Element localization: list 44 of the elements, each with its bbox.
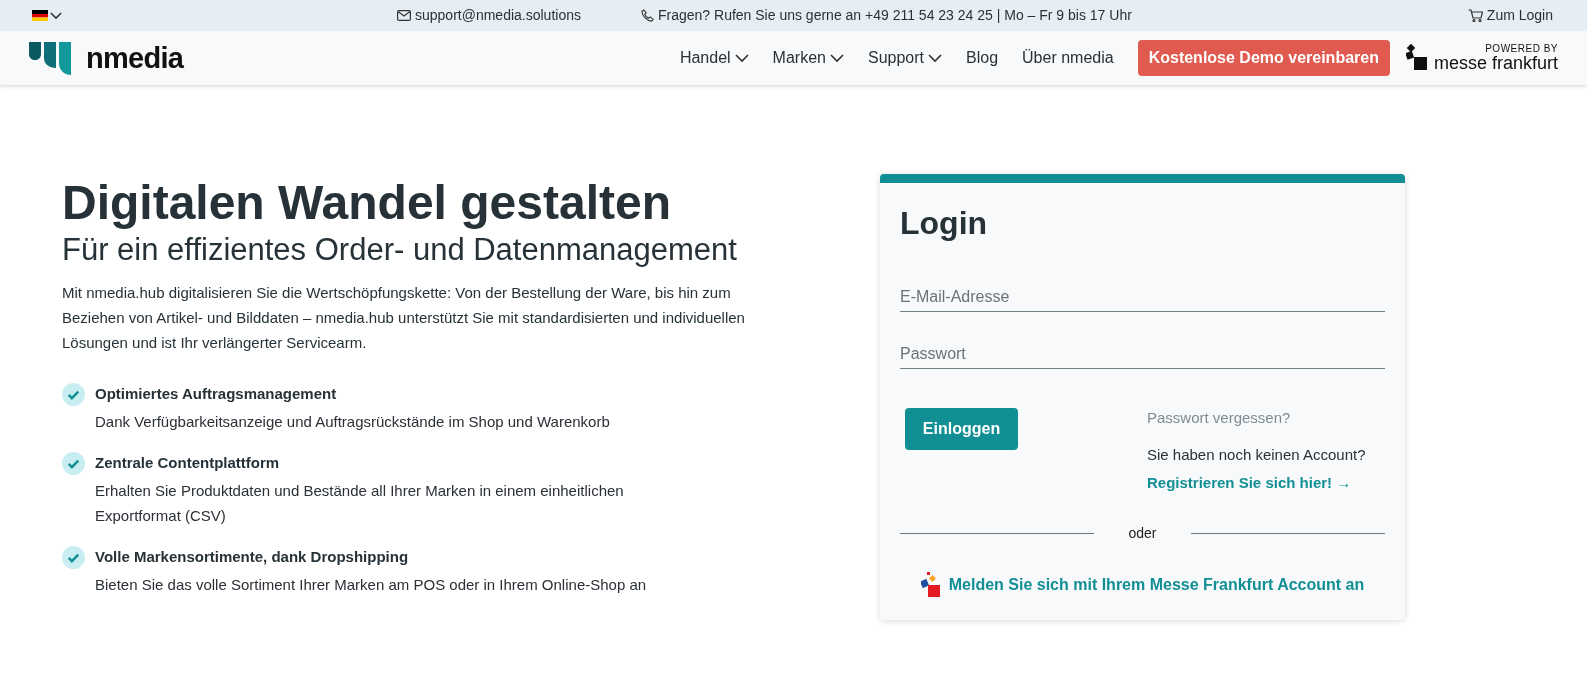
partner-logo-icon — [1405, 44, 1428, 72]
nav-link[interactable]: Handel — [679, 46, 749, 70]
check-icon — [62, 545, 85, 569]
logo-text[interactable]: nmedia — [86, 43, 184, 73]
nav-link[interactable]: Support — [867, 46, 942, 70]
contact-info: Fragen? Rufen Sie uns gerne an +49 211 54 23 24 25 | Mo – Fr 9 bis 17 Uhr — [658, 6, 1132, 25]
cart-icon — [1467, 9, 1483, 22]
nav-link[interactable]: Blog — [966, 46, 999, 70]
intro-paragraph: Mit nmedia.hub digitalisieren Sie die Wertschöpfungskette: Von der Bestellung der Ware, bis hin zum Beziehen von Artikel- und Bilddaten – nmedia.hub unterstützt Sie mit standardisierten und individuellen Lösungen und ist Ihr verlängerter Servicearm. — [62, 282, 746, 353]
nav-link[interactable]: Über nmedia — [1022, 46, 1114, 70]
demo-button[interactable]: Kostenlose Demo vereinbaren — [1137, 40, 1390, 76]
phone-icon — [641, 9, 654, 22]
register-link[interactable]: Registrieren Sie sich hier! → — [1147, 472, 1366, 495]
check-icon — [62, 451, 85, 475]
partner-logo-icon — [920, 571, 941, 598]
email-link[interactable]: support@nmedia.solutions — [415, 5, 581, 26]
feature-title: Optimiertes Auftragsmanagement — [95, 383, 338, 404]
check-icon — [62, 382, 85, 406]
powered-by-label: POWERED BY — [1485, 44, 1558, 54]
nav-link[interactable]: Marken — [772, 46, 844, 70]
chevron-down-icon — [829, 53, 844, 63]
feature-description: Bieten Sie das volle Sortiment Ihrer Marken am POS oder in Ihrem Online-Shop an — [95, 574, 648, 595]
login-title: Login — [900, 207, 989, 239]
hero-subtitle: Für ein effizientes Order- und Datenmanagement — [62, 231, 738, 269]
feature-title: Zentrale Contentplattform — [95, 452, 281, 473]
feature-description: Dank Verfügbarkeitsanzeige und Auftragsrückstände im Shop und Warenkorb — [95, 411, 611, 432]
email-field[interactable]: E-Mail-Adresse — [900, 285, 1385, 312]
login-button[interactable]: Einloggen — [905, 408, 1018, 450]
language-selector[interactable] — [32, 10, 62, 21]
logo-icon — [29, 41, 72, 75]
no-account-text: Sie haben noch keinen Account? — [1147, 444, 1366, 465]
envelope-icon — [397, 10, 411, 21]
chevron-down-icon — [928, 53, 942, 63]
flag-icon — [32, 10, 48, 21]
feature-description: Erhalten Sie Produktdaten und Bestände all Ihrer Marken in einem einheitlichen Exportformat (CSV) — [95, 480, 625, 526]
partner-name: messe frankfurt — [1433, 54, 1558, 72]
hero-title: Digitalen Wandel gestalten — [62, 175, 672, 231]
chevron-down-icon — [50, 11, 62, 20]
password-field[interactable]: Passwort — [900, 342, 1385, 369]
divider-label: oder — [1127, 523, 1158, 543]
chevron-down-icon — [734, 53, 749, 63]
feature-title: Volle Markensortimente, dank Dropshipping — [95, 546, 410, 567]
messe-frankfurt-login-link[interactable]: Melden Sie sich mit Ihrem Messe Frankfurt Account an — [948, 572, 1365, 597]
login-link[interactable]: Zum Login — [1486, 5, 1553, 26]
